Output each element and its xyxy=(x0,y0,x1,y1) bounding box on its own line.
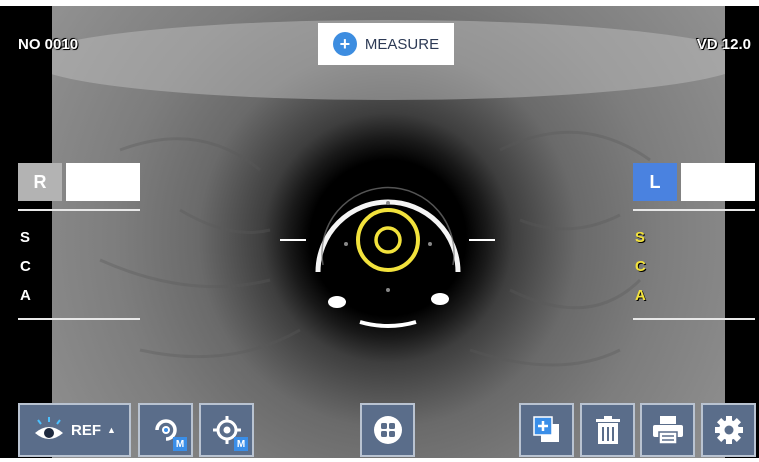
right-eye-panel: R S C A xyxy=(18,163,140,320)
cylinder-label: C xyxy=(635,258,646,275)
manual-badge: M xyxy=(234,437,248,451)
axis-label: A xyxy=(635,287,646,304)
plus-circle-icon: + xyxy=(332,32,357,56)
left-eye-button[interactable]: L xyxy=(633,163,677,201)
vertex-distance: VD 12.0 xyxy=(696,36,751,53)
right-eye-button[interactable]: R xyxy=(18,163,62,201)
settings-button[interactable] xyxy=(701,403,756,457)
measure-button[interactable]: + MEASURE xyxy=(318,23,454,65)
delete-button[interactable] xyxy=(580,403,635,457)
divider xyxy=(633,318,755,320)
left-eye-value-box xyxy=(681,163,755,201)
bottom-arc xyxy=(359,320,417,328)
eye-icon xyxy=(35,417,64,439)
target-ring-outer xyxy=(356,208,420,272)
cylinder-label: C xyxy=(20,258,31,275)
print-button[interactable] xyxy=(640,403,695,457)
caret-up-icon: ▲ xyxy=(107,425,116,435)
ref-label: REF xyxy=(71,421,102,439)
ref-mode-button[interactable]: REF ▲ xyxy=(18,403,131,457)
sphere-label: S xyxy=(635,229,646,246)
grid-icon xyxy=(373,416,402,444)
patient-number: NO 0010 xyxy=(18,36,79,53)
target-ring-inner xyxy=(374,226,402,254)
reflection-left xyxy=(328,296,346,308)
reflection-right xyxy=(431,293,449,305)
add-copy-icon xyxy=(532,416,559,442)
menu-button[interactable] xyxy=(360,403,415,457)
measure-label: MEASURE xyxy=(364,35,440,53)
axis-label: A xyxy=(20,287,31,304)
auto-track-button[interactable]: M xyxy=(138,403,193,457)
manual-badge: M xyxy=(173,437,187,451)
divider xyxy=(18,318,140,320)
right-eye-value-box xyxy=(66,163,140,201)
auto-align-button[interactable]: M xyxy=(199,403,254,457)
outer-arc xyxy=(315,199,461,273)
sphere-label: S xyxy=(20,229,31,246)
gear-icon xyxy=(714,416,743,444)
printer-icon xyxy=(652,416,683,445)
trash-icon xyxy=(595,416,620,444)
add-button[interactable] xyxy=(519,403,574,457)
left-eye-panel: L S C A xyxy=(633,163,755,320)
